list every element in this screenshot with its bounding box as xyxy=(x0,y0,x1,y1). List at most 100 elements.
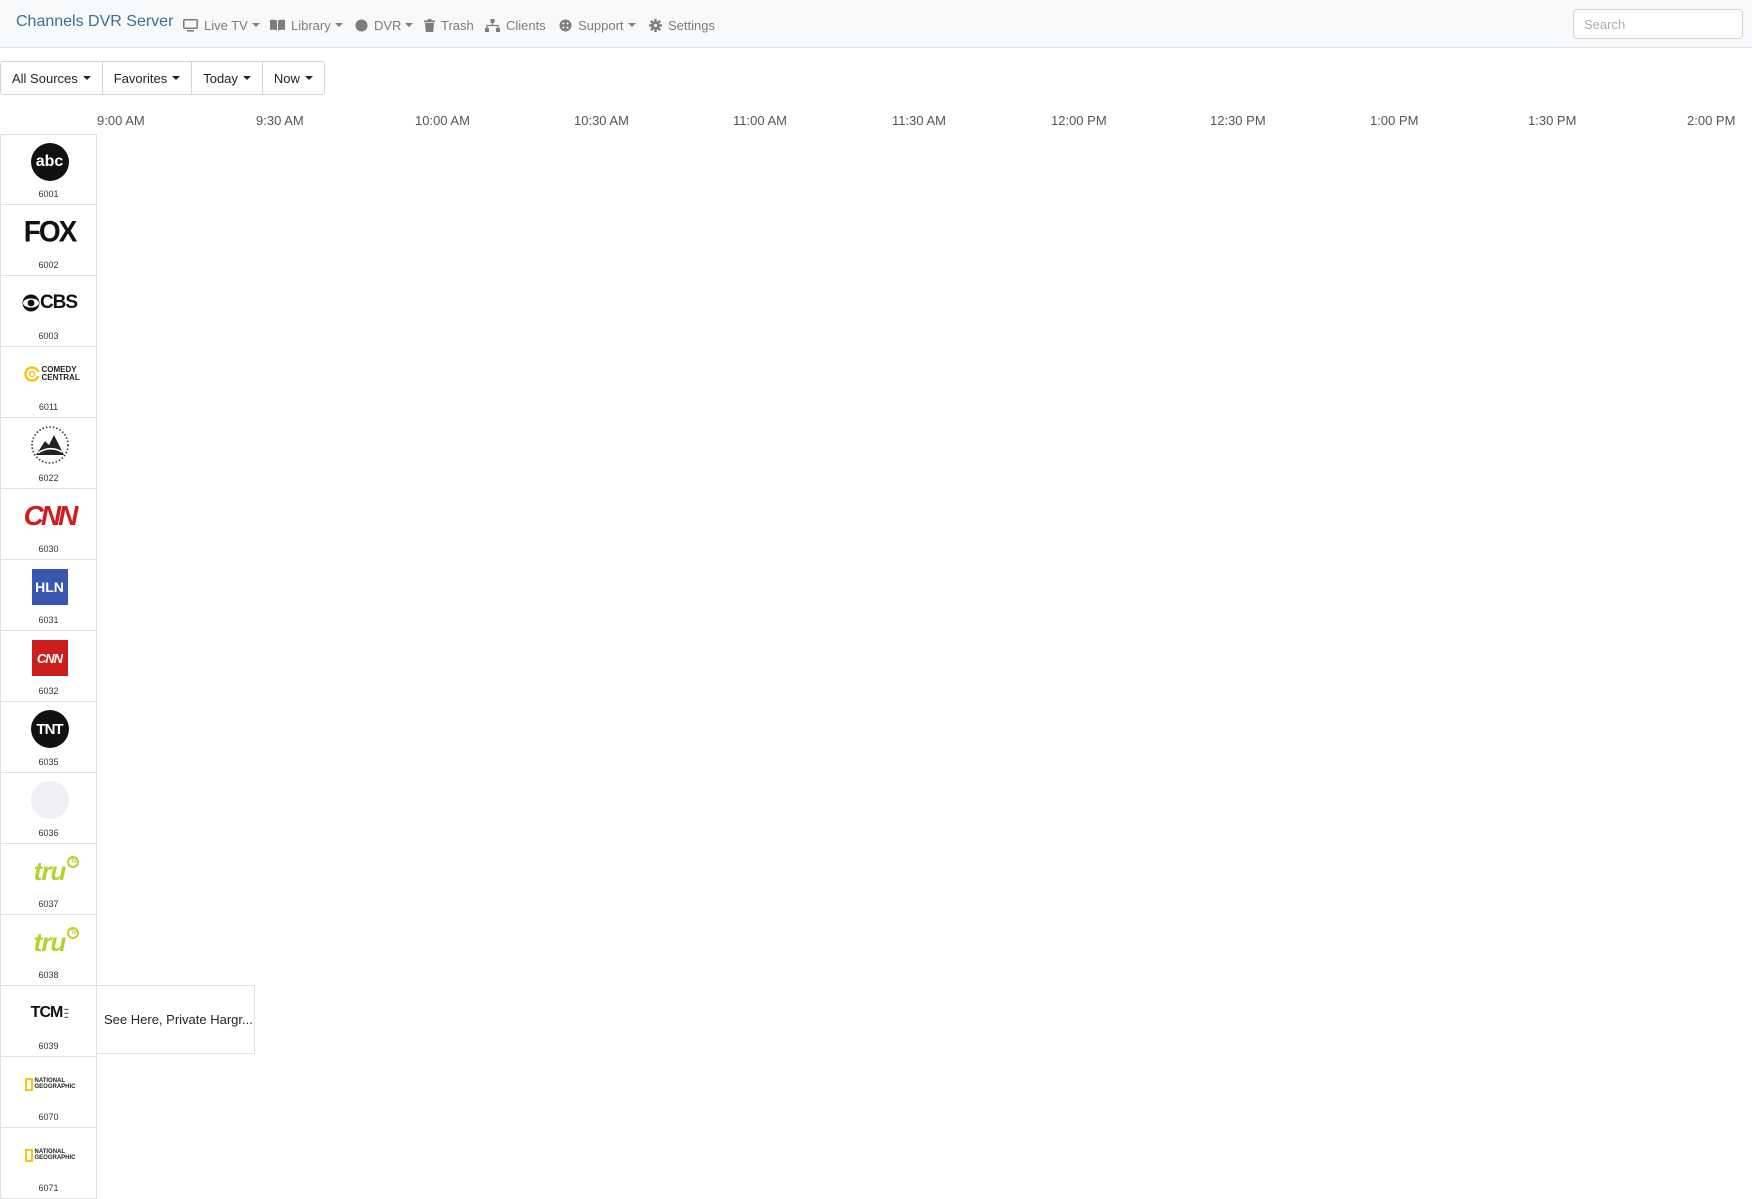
channel-row[interactable]: TCM ▬ ▬ ▬ 6039 xyxy=(0,986,97,1057)
all-sources-label: All Sources xyxy=(12,70,78,86)
trutv-logo-text: tru xyxy=(33,855,67,886)
abc-logo-text: abc xyxy=(30,143,69,181)
channel-number: 6037 xyxy=(38,899,59,909)
top-navbar: Channels DVR Server Live TV Library DVR … xyxy=(0,0,1752,48)
chevron-down-icon xyxy=(405,23,414,27)
chevron-down-icon xyxy=(242,76,251,80)
paramount-network-logo xyxy=(11,424,88,466)
channel-row[interactable]: tru TV 6037 xyxy=(0,844,97,915)
tcm-logo-subtext: ▬ ▬ ▬ xyxy=(64,1006,69,1019)
chevron-down-icon xyxy=(304,76,313,80)
time-slot-label: 12:00 PM xyxy=(1051,113,1107,128)
nav-settings-label: Settings xyxy=(668,17,715,33)
cnn-red-box-logo: CNN xyxy=(11,637,88,679)
nav-live-tv[interactable]: Live TV xyxy=(183,15,260,35)
trutv-badge: TV xyxy=(67,855,80,868)
channel-row[interactable]: CNN 6030 xyxy=(0,489,97,560)
chevron-down-icon xyxy=(82,76,91,80)
search-input[interactable] xyxy=(1573,9,1743,39)
cbs-eye-icon xyxy=(22,294,40,312)
channel-number: 6001 xyxy=(38,189,59,199)
channel-row[interactable]: tru TV 6038 xyxy=(0,915,97,986)
faded-logo-circle xyxy=(30,781,69,819)
paramount-mountain-icon xyxy=(30,426,69,464)
nav-live-tv-label: Live TV xyxy=(204,17,248,33)
comedy-central-logo-text: COMEDY CENTRAL xyxy=(41,365,80,382)
nav-library-label: Library xyxy=(291,17,331,33)
tnt-faded-logo xyxy=(11,779,88,821)
hln-logo-text: HLN xyxy=(31,569,68,605)
channel-row[interactable]: CNN 6032 xyxy=(0,631,97,702)
chevron-down-icon xyxy=(334,23,343,27)
time-slot-label: 1:30 PM xyxy=(1528,113,1577,128)
time-slot-label: 12:30 PM xyxy=(1210,113,1266,128)
program-cell[interactable]: See Here, Private Hargr... xyxy=(97,985,255,1054)
nav-library[interactable]: Library xyxy=(270,15,343,35)
channel-number: 6070 xyxy=(38,1112,59,1122)
time-slot-label: 10:30 AM xyxy=(574,113,629,128)
sitemap-icon xyxy=(485,18,500,32)
channel-row[interactable]: TNT 6035 xyxy=(0,702,97,773)
natgeo-logo-text: NATIONAL GEOGRAPHIC xyxy=(34,1149,76,1161)
nav-trash-label: Trash xyxy=(441,17,474,33)
brand-link[interactable]: Channels DVR Server xyxy=(16,13,173,31)
cnn-box-logo-text: CNN xyxy=(31,640,68,676)
nav-support-label: Support xyxy=(578,17,624,33)
channel-number: 6071 xyxy=(38,1183,59,1193)
hln-logo: HLN xyxy=(11,566,88,608)
day-label: Today xyxy=(203,70,238,86)
nav-support[interactable]: Support xyxy=(559,15,636,35)
channel-row[interactable]: 6022 xyxy=(0,418,97,489)
natgeo-logo-text: NATIONAL GEOGRAPHIC xyxy=(34,1078,76,1090)
nav-settings[interactable]: Settings xyxy=(649,15,715,35)
channel-row[interactable]: abc 6001 xyxy=(0,134,97,205)
channel-number: 6030 xyxy=(38,544,59,554)
monitor-icon xyxy=(183,18,198,32)
nav-clients[interactable]: Clients xyxy=(485,15,546,35)
favorites-label: Favorites xyxy=(113,70,168,86)
chevron-down-icon xyxy=(172,76,181,80)
channel-row[interactable]: COMEDY CENTRAL 6011 xyxy=(0,347,97,418)
trash-icon xyxy=(424,18,435,32)
channel-row[interactable]: NATIONAL GEOGRAPHIC 6070 xyxy=(0,1057,97,1128)
fox-logo-text: FOX xyxy=(23,215,78,248)
channel-number: 6031 xyxy=(38,615,59,625)
nav-dvr[interactable]: DVR xyxy=(355,15,414,35)
time-dropdown[interactable]: Now xyxy=(262,62,324,94)
time-label: Now xyxy=(273,70,300,86)
channel-row[interactable]: NATIONAL GEOGRAPHIC 6071 xyxy=(0,1128,97,1199)
channel-row[interactable]: HLN 6031 xyxy=(0,560,97,631)
time-slot-label: 10:00 AM xyxy=(415,113,470,128)
channel-number: 6039 xyxy=(38,1041,59,1051)
nav-trash[interactable]: Trash xyxy=(424,15,474,35)
cnn-logo: CNN xyxy=(11,495,88,537)
trutv-logo-text: tru xyxy=(33,926,67,957)
channel-row[interactable]: FOX 6002 xyxy=(0,205,97,276)
channel-number: 6032 xyxy=(38,686,59,696)
channel-number: 6002 xyxy=(38,260,59,270)
channel-row[interactable]: CBS 6003 xyxy=(0,276,97,347)
national-geographic-logo: NATIONAL GEOGRAPHIC xyxy=(11,1134,88,1176)
channel-row[interactable]: 6036 xyxy=(0,773,97,844)
cbs-logo: CBS xyxy=(11,282,88,324)
natgeo-frame-icon xyxy=(24,1148,33,1162)
natgeo-frame-icon xyxy=(24,1077,33,1091)
comedy-central-logo: COMEDY CENTRAL xyxy=(11,353,88,395)
book-icon xyxy=(270,19,285,31)
tnt-logo-text: TNT xyxy=(30,710,69,748)
national-geographic-logo: NATIONAL GEOGRAPHIC xyxy=(11,1063,88,1105)
time-slot-label: 11:00 AM xyxy=(733,113,787,128)
channel-number: 6022 xyxy=(38,473,59,483)
record-icon xyxy=(355,19,368,31)
all-sources-dropdown[interactable]: All Sources xyxy=(1,62,103,94)
time-slot-label: 9:00 AM xyxy=(97,113,145,128)
time-slot-label: 9:30 AM xyxy=(256,113,304,128)
guide-filter-group: All Sources Favorites Today Now xyxy=(0,61,325,95)
favorites-dropdown[interactable]: Favorites xyxy=(102,62,193,94)
tnt-logo: TNT xyxy=(11,708,88,750)
tcm-logo-text: TCM xyxy=(30,1004,64,1021)
gear-icon xyxy=(649,18,662,32)
channel-number: 6035 xyxy=(38,757,59,767)
cbs-logo-text: CBS xyxy=(39,292,78,313)
day-dropdown[interactable]: Today xyxy=(192,62,263,94)
